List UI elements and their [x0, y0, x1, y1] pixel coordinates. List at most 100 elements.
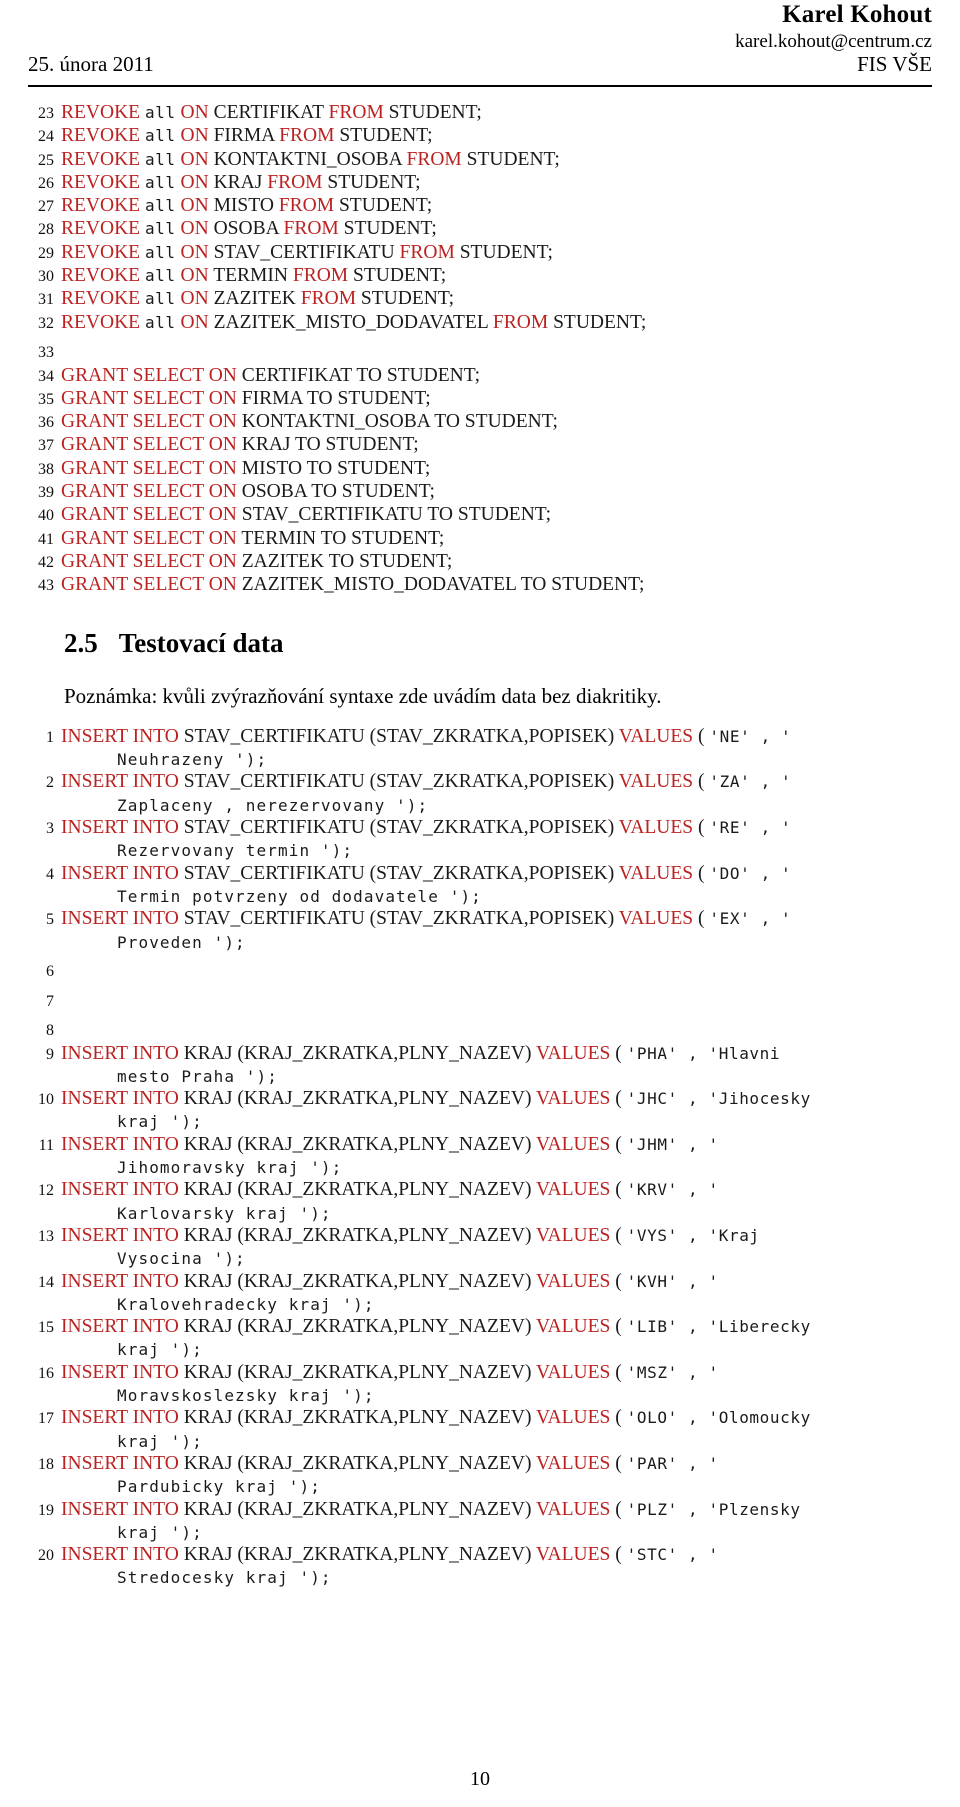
code-line-number: 32: [38, 314, 54, 332]
code-line-content: GRANT SELECT ON OSOBA TO STUDENT;: [61, 481, 932, 503]
code-line-number: 20: [38, 1547, 54, 1565]
note-paragraph: Poznámka: kvůli zvýrazňování syntaxe zde…: [64, 683, 662, 708]
code-line-content: REVOKE all ON FIRMA FROM STUDENT;: [61, 125, 932, 147]
sql-keyword: GRANT SELECT ON: [61, 387, 237, 409]
section-heading: 2.5 Testovací data: [64, 628, 932, 659]
sql-keyword: ON: [180, 311, 209, 333]
sql-identifier: STUDENT;: [322, 171, 421, 193]
code-line-content: GRANT SELECT ON TERMIN TO STUDENT;: [61, 528, 932, 550]
code-line-number: 39: [38, 484, 54, 502]
sql-keyword: ON: [180, 148, 209, 170]
code-line-content: GRANT SELECT ON KRAJ TO STUDENT;: [61, 434, 932, 456]
code-line-number: 18: [38, 1455, 54, 1473]
sql-keyword: FROM: [278, 195, 335, 217]
sql-keyword: ON: [180, 195, 209, 217]
code-line: 8: [28, 1013, 932, 1043]
sql-keyword: REVOKE: [61, 125, 141, 147]
sql-keyword: INSERT INTO: [61, 771, 179, 793]
sql-identifier: CERTIFIKAT: [208, 102, 329, 123]
sql-keyword: REVOKE: [61, 195, 141, 217]
sql-string-literal: 'ZA' , ': [709, 772, 792, 792]
code-line-content: INSERT INTO KRAJ (KRAJ_ZKRATKA,PLNY_NAZE…: [61, 1088, 932, 1110]
code-line: 18 INSERT INTO KRAJ (KRAJ_ZKRATKA,PLNY_NA…: [28, 1453, 932, 1476]
sql-keyword: INSERT INTO: [61, 1179, 179, 1201]
code-line-wrap: Karlovarsky kraj ');: [28, 1203, 932, 1225]
section-title: Testovací data: [118, 627, 284, 658]
sql-keyword: VALUES: [535, 1088, 611, 1110]
code-line: 4 INSERT INTO STAV_CERTIFIKATU (STAV_ZKRA…: [28, 863, 932, 886]
sql-identifier: TERMIN TO STUDENT;: [236, 527, 445, 549]
sql-string-literal: 'JHC' , 'Jihocesky: [626, 1089, 811, 1109]
sql-keyword: INSERT INTO: [61, 862, 179, 884]
code-line: 36 GRANT SELECT ON KONTAKTNI_OSOBA TO STU…: [28, 411, 932, 434]
sql-string-literal: all: [144, 219, 176, 239]
sql-keyword: FROM: [283, 218, 339, 240]
sql-keyword: ON: [180, 288, 209, 310]
sql-identifier: STAV_CERTIFIKATU (STAV_ZKRATKA,POPISEK): [178, 862, 619, 884]
sql-keyword: GRANT SELECT ON: [61, 434, 237, 456]
code-line: 38 GRANT SELECT ON MISTO TO STUDENT;: [28, 458, 932, 481]
sql-keyword: ON: [180, 241, 209, 263]
code-line-wrap: kraj ');: [28, 1431, 932, 1453]
code-line-number: 34: [38, 367, 54, 385]
sql-identifier: KRAJ (KRAJ_ZKRATKA,PLNY_NAZEV): [178, 1544, 536, 1566]
code-line-content: GRANT SELECT ON CERTIFIKAT TO STUDENT;: [61, 365, 932, 387]
code-line-content: GRANT SELECT ON MISTO TO STUDENT;: [61, 458, 932, 480]
code-line: 2 INSERT INTO STAV_CERTIFIKATU (STAV_ZKRA…: [28, 771, 932, 794]
sql-identifier: (: [693, 908, 710, 930]
code-line-content: INSERT INTO KRAJ (KRAJ_ZKRATKA,PLNY_NAZE…: [61, 1134, 932, 1156]
code-line-number: 29: [38, 244, 54, 262]
code-line-content: [61, 1013, 932, 1035]
sql-keyword: REVOKE: [61, 102, 141, 123]
code-line: 5 INSERT INTO STAV_CERTIFIKATU (STAV_ZKRA…: [28, 908, 932, 931]
code-line: 3 INSERT INTO STAV_CERTIFIKATU (STAV_ZKRA…: [28, 817, 932, 840]
sql-keyword: ON: [180, 125, 209, 147]
sql-keyword: FROM: [492, 311, 549, 333]
sql-identifier: KRAJ (KRAJ_ZKRATKA,PLNY_NAZEV): [178, 1224, 536, 1246]
page-number: 10: [470, 1768, 490, 1790]
sql-string-literal: mesto Praha ');: [117, 1066, 278, 1086]
sql-keyword: VALUES: [535, 1361, 611, 1383]
sql-identifier: KRAJ: [208, 171, 268, 193]
code-line-content: INSERT INTO KRAJ (KRAJ_ZKRATKA,PLNY_NAZE…: [61, 1271, 932, 1293]
sql-keyword: VALUES: [535, 1544, 611, 1566]
sql-string-literal: Termin potvrzeny od dodavatele ');: [117, 886, 482, 906]
code-line: 41 GRANT SELECT ON TERMIN TO STUDENT;: [28, 528, 932, 551]
sql-identifier: TERMIN: [208, 265, 293, 287]
sql-keyword: INSERT INTO: [61, 1316, 179, 1338]
header-rule: [28, 85, 932, 87]
sql-keyword: INSERT INTO: [61, 817, 179, 839]
sql-identifier: KRAJ (KRAJ_ZKRATKA,PLNY_NAZEV): [178, 1361, 536, 1383]
code-line-number: 1: [46, 728, 54, 746]
sql-identifier: STAV_CERTIFIKATU (STAV_ZKRATKA,POPISEK): [178, 725, 619, 747]
code-line: 28 REVOKE all ON OSOBA FROM STUDENT;: [28, 218, 932, 241]
code-line: 24 REVOKE all ON FIRMA FROM STUDENT;: [28, 125, 932, 148]
sql-identifier: (: [610, 1316, 627, 1338]
sql-keyword: INSERT INTO: [61, 1224, 179, 1246]
sql-keyword: FROM: [267, 171, 323, 193]
code-line: 9 INSERT INTO KRAJ (KRAJ_ZKRATKA,PLNY_NAZ…: [28, 1043, 932, 1066]
sql-keyword: GRANT SELECT ON: [61, 550, 237, 572]
code-line-number: 28: [38, 221, 54, 239]
sql-identifier: KRAJ (KRAJ_ZKRATKA,PLNY_NAZEV): [178, 1088, 536, 1110]
sql-keyword: INSERT INTO: [61, 725, 179, 747]
header-meta-row: 25. února 2011 FIS VŠE: [28, 52, 932, 77]
sql-string-literal: all: [144, 289, 176, 309]
sql-keyword: VALUES: [535, 1133, 611, 1155]
sql-identifier: STUDENT;: [548, 311, 647, 333]
code-line-wrap: kraj ');: [28, 1339, 932, 1361]
code-line-number: 6: [46, 963, 54, 981]
code-line-number: 26: [38, 174, 54, 192]
sql-identifier: FIRMA: [208, 125, 280, 147]
sql-string-literal: 'MSZ' , ': [626, 1362, 719, 1382]
sql-identifier: STAV_CERTIFIKATU (STAV_ZKRATKA,POPISEK): [178, 908, 619, 930]
sql-keyword: FROM: [300, 288, 357, 310]
sql-identifier: STUDENT;: [461, 148, 560, 170]
code-line: 1 INSERT INTO STAV_CERTIFIKATU (STAV_ZKRA…: [28, 726, 932, 749]
sql-string-literal: all: [144, 312, 176, 332]
code-line-number: 30: [38, 268, 54, 286]
sql-identifier: STUDENT;: [454, 241, 553, 263]
sql-keyword: VALUES: [535, 1407, 611, 1429]
sql-keyword: VALUES: [535, 1452, 611, 1474]
sql-identifier: (: [610, 1133, 627, 1155]
